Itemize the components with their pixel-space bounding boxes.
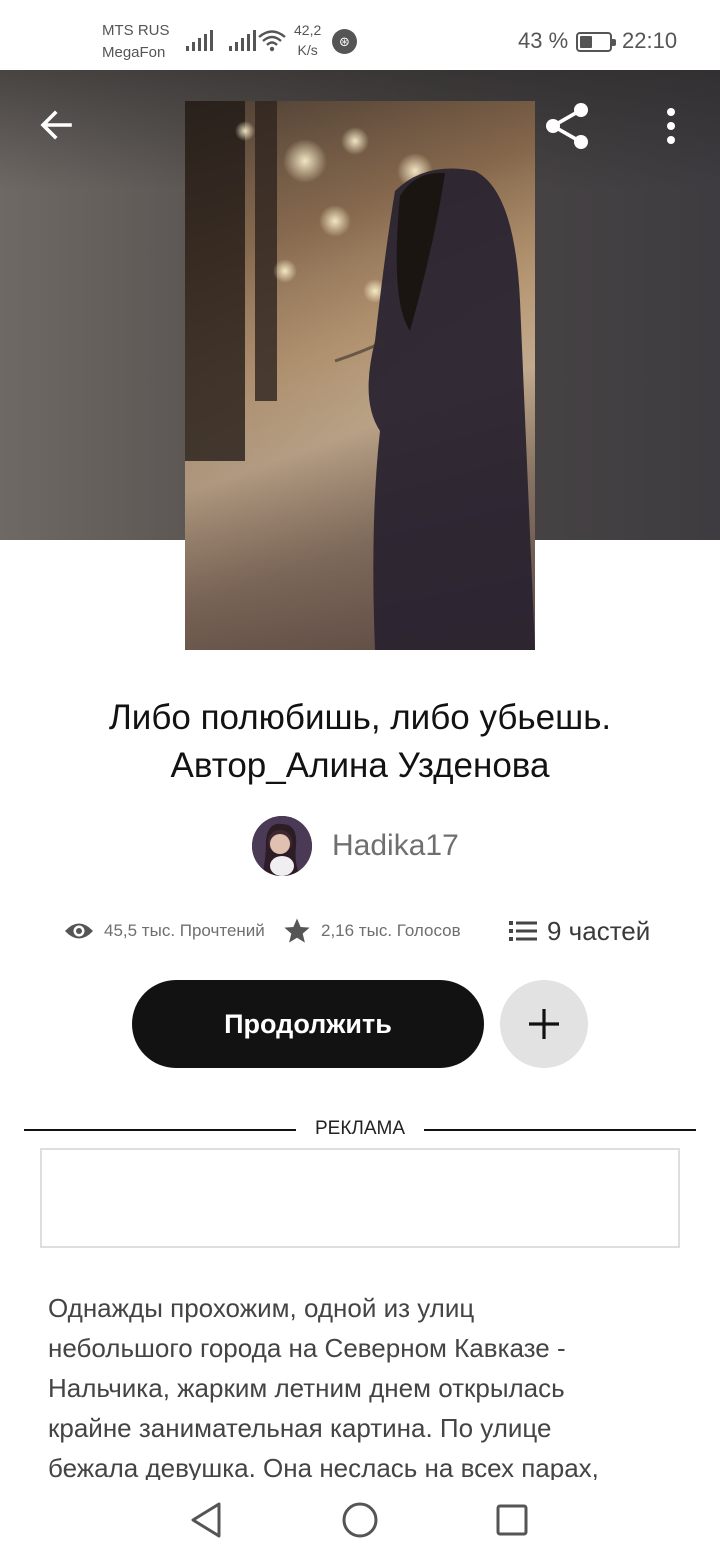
speed-value: 42,2: [294, 22, 322, 38]
parts-count[interactable]: 9 частей: [547, 916, 650, 947]
carrier-1: MTS RUS: [102, 22, 170, 39]
star-icon: [284, 918, 310, 943]
battery-icon: [576, 32, 616, 52]
speed-unit: K/s: [297, 42, 318, 58]
network-speed: 42,2 K/s: [294, 20, 321, 60]
list-icon: [509, 921, 537, 941]
ad-divider-right: [424, 1129, 696, 1131]
description-line: Однажды прохожим, одной из улиц: [48, 1293, 475, 1323]
wifi-icon: [258, 30, 286, 52]
square-recents-icon: [496, 1504, 528, 1536]
ad-slot[interactable]: [40, 1148, 680, 1248]
cover-image: [185, 101, 535, 650]
description-line: бежала девушка. Она неслась на всех пара…: [48, 1453, 599, 1483]
plus-icon: [529, 1009, 559, 1039]
votes-count: 2,16 тыс. Голосов: [321, 921, 461, 940]
back-button[interactable]: [26, 100, 86, 150]
triangle-back-icon: [191, 1502, 221, 1538]
ad-label: РЕКЛАМА: [314, 1118, 406, 1139]
nav-back-button[interactable]: [166, 1480, 246, 1560]
description-line: Нальчика, жарким летним днем открылась: [48, 1373, 565, 1403]
story-title-line-1: Либо полюбишь, либо убьешь.: [108, 698, 612, 737]
status-bar: MTS RUS MegaFon 42,2 K/s ⊛ 43 % 22:10: [0, 0, 720, 70]
story-title: Либо полюбишь, либо убьешь. Автор_Алина …: [40, 694, 680, 790]
signal-icon: [186, 30, 213, 51]
author-name[interactable]: Hadika17: [332, 829, 459, 863]
reads-stat: 45,5 тыс. Прочтений: [64, 908, 265, 954]
share-button[interactable]: [538, 96, 598, 156]
signal-icon: [229, 30, 256, 51]
system-nav-bar: [0, 1480, 720, 1560]
carrier-2: MegaFon: [102, 44, 166, 61]
continue-reading-button[interactable]: Продолжить: [132, 980, 484, 1068]
eye-icon: [65, 923, 93, 939]
carrier-info: MTS RUS MegaFon: [102, 20, 170, 64]
description-line: небольшого города на Северном Кавказе -: [48, 1333, 566, 1363]
story-cover[interactable]: [185, 101, 535, 650]
arrow-left-icon: [40, 110, 72, 140]
story-description: Однажды прохожим, одной из улиц небольшо…: [48, 1288, 688, 1484]
votes-stat: 2,16 тыс. Голосов: [283, 908, 461, 954]
more-options-button[interactable]: [646, 96, 696, 156]
parts-stat[interactable]: 9 частей: [509, 908, 650, 954]
battery-percent: 43 %: [518, 28, 569, 53]
reads-count: 45,5 тыс. Прочтений: [104, 921, 265, 940]
circle-home-icon: [342, 1502, 378, 1538]
ad-divider-left: [24, 1129, 296, 1131]
nav-recents-button[interactable]: [472, 1480, 552, 1560]
more-vertical-icon: [667, 108, 675, 144]
vpn-icon: ⊛: [332, 29, 357, 54]
avatar-image: [252, 816, 312, 876]
story-stats: 45,5 тыс. Прочтений 2,16 тыс. Голосов 9 …: [0, 908, 720, 954]
nav-home-button[interactable]: [320, 1480, 400, 1560]
share-icon: [546, 103, 588, 149]
avatar[interactable]: [252, 816, 312, 876]
clock: 22:10: [622, 28, 678, 53]
battery-fill: [580, 36, 593, 48]
author-link[interactable]: Hadika17: [252, 815, 459, 877]
add-to-library-button[interactable]: [500, 980, 588, 1068]
story-title-line-2: Автор_Алина Узденова: [170, 746, 550, 785]
description-line: крайне занимательная картина. По улице: [48, 1413, 552, 1443]
